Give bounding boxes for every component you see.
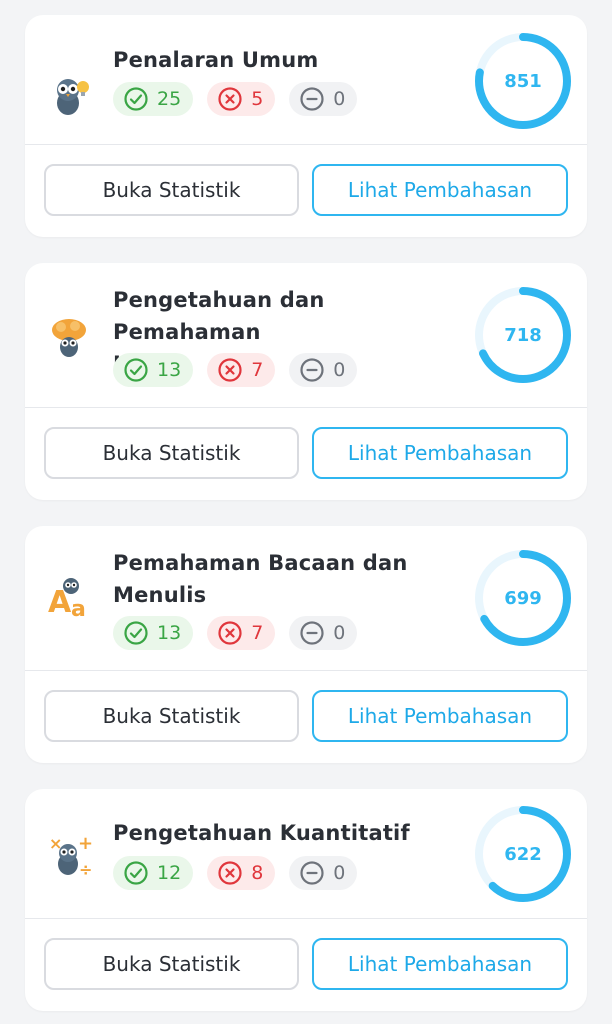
empty-count: 0 [333,88,346,110]
empty-count: 0 [333,862,346,884]
subtest-card: × + ÷ Pengetahuan Kuantitatif 12 8 0 622… [25,789,587,1011]
minus-circle-icon [299,357,325,383]
owl-math-icon: × + ÷ [47,833,93,879]
score-ring: 851 [473,31,573,131]
x-circle-icon [217,860,243,886]
owl-brain-icon [47,314,93,360]
open-statistics-button[interactable]: Buka Statistik [44,164,299,216]
subtest-title-line: Pemahaman Bacaan dan [113,551,408,575]
score-value: 699 [504,587,542,609]
score-ring: 622 [473,804,573,904]
wrong-count-badge: 5 [207,82,276,116]
answer-summary: 25 5 0 [113,82,358,116]
wrong-count-badge: 7 [207,616,276,650]
correct-count-badge: 13 [113,353,194,387]
correct-count: 25 [157,88,182,110]
open-statistics-button[interactable]: Buka Statistik [44,690,299,742]
svg-text:÷: ÷ [79,860,92,879]
subtest-title: Pengetahuan Kuantitatif [113,817,473,849]
view-discussion-button[interactable]: Lihat Pembahasan [312,938,568,990]
card-divider [25,918,587,919]
correct-count: 12 [157,862,182,884]
subtest-title-line: Pengetahuan Kuantitatif [113,821,410,845]
correct-count-badge: 13 [113,616,194,650]
open-statistics-button[interactable]: Buka Statistik [44,427,299,479]
answer-summary: 12 8 0 [113,856,358,890]
open-statistics-button[interactable]: Buka Statistik [44,938,299,990]
view-discussion-button[interactable]: Lihat Pembahasan [312,690,568,742]
check-circle-icon [123,357,149,383]
subtest-title-line: Menulis [113,583,207,607]
subtest-title: Penalaran Umum [113,44,473,76]
view-discussion-button[interactable]: Lihat Pembahasan [312,164,568,216]
score-ring: 718 [473,285,573,385]
answer-summary: 13 7 0 [113,616,358,650]
check-circle-icon [123,620,149,646]
minus-circle-icon [299,86,325,112]
empty-count-badge: 0 [289,856,358,890]
check-circle-icon [123,86,149,112]
score-value: 851 [504,70,542,92]
score-ring: 699 [473,548,573,648]
card-divider [25,670,587,671]
x-circle-icon [217,620,243,646]
minus-circle-icon [299,860,325,886]
wrong-count-badge: 7 [207,353,276,387]
owl-lightbulb-icon [47,73,93,119]
view-discussion-button[interactable]: Lihat Pembahasan [312,427,568,479]
subtest-title-line: Penalaran Umum [113,48,319,72]
subtest-title: Pemahaman Bacaan dan Menulis [113,547,473,611]
empty-count-badge: 0 [289,616,358,650]
score-value: 718 [504,324,542,346]
wrong-count: 5 [251,88,264,110]
svg-text:+: + [78,833,93,854]
subtest-card: Pengetahuan dan Pemahaman Umum 13 7 0 71… [25,263,587,500]
score-value: 622 [504,843,542,865]
x-circle-icon [217,86,243,112]
wrong-count: 7 [251,359,264,381]
card-divider [25,144,587,145]
correct-count: 13 [157,359,182,381]
result-list: Penalaran Umum 25 5 0 851 Buka Statistik… [0,0,612,1024]
correct-count: 13 [157,622,182,644]
wrong-count-badge: 8 [207,856,276,890]
empty-count-badge: 0 [289,353,358,387]
correct-count-badge: 25 [113,82,194,116]
svg-text:a: a [71,597,86,622]
card-divider [25,407,587,408]
subtest-card: A a Pemahaman Bacaan dan Menulis 13 7 0 [25,526,587,763]
subtest-card: Penalaran Umum 25 5 0 851 Buka Statistik… [25,15,587,237]
correct-count-badge: 12 [113,856,194,890]
check-circle-icon [123,860,149,886]
empty-count: 0 [333,359,346,381]
owl-letters-icon: A a [47,576,93,622]
empty-count: 0 [333,622,346,644]
subtest-title-line: Pengetahuan dan Pemahaman [113,288,325,344]
answer-summary: 13 7 0 [113,353,358,387]
wrong-count: 8 [251,862,264,884]
minus-circle-icon [299,620,325,646]
empty-count-badge: 0 [289,82,358,116]
wrong-count: 7 [251,622,264,644]
x-circle-icon [217,357,243,383]
